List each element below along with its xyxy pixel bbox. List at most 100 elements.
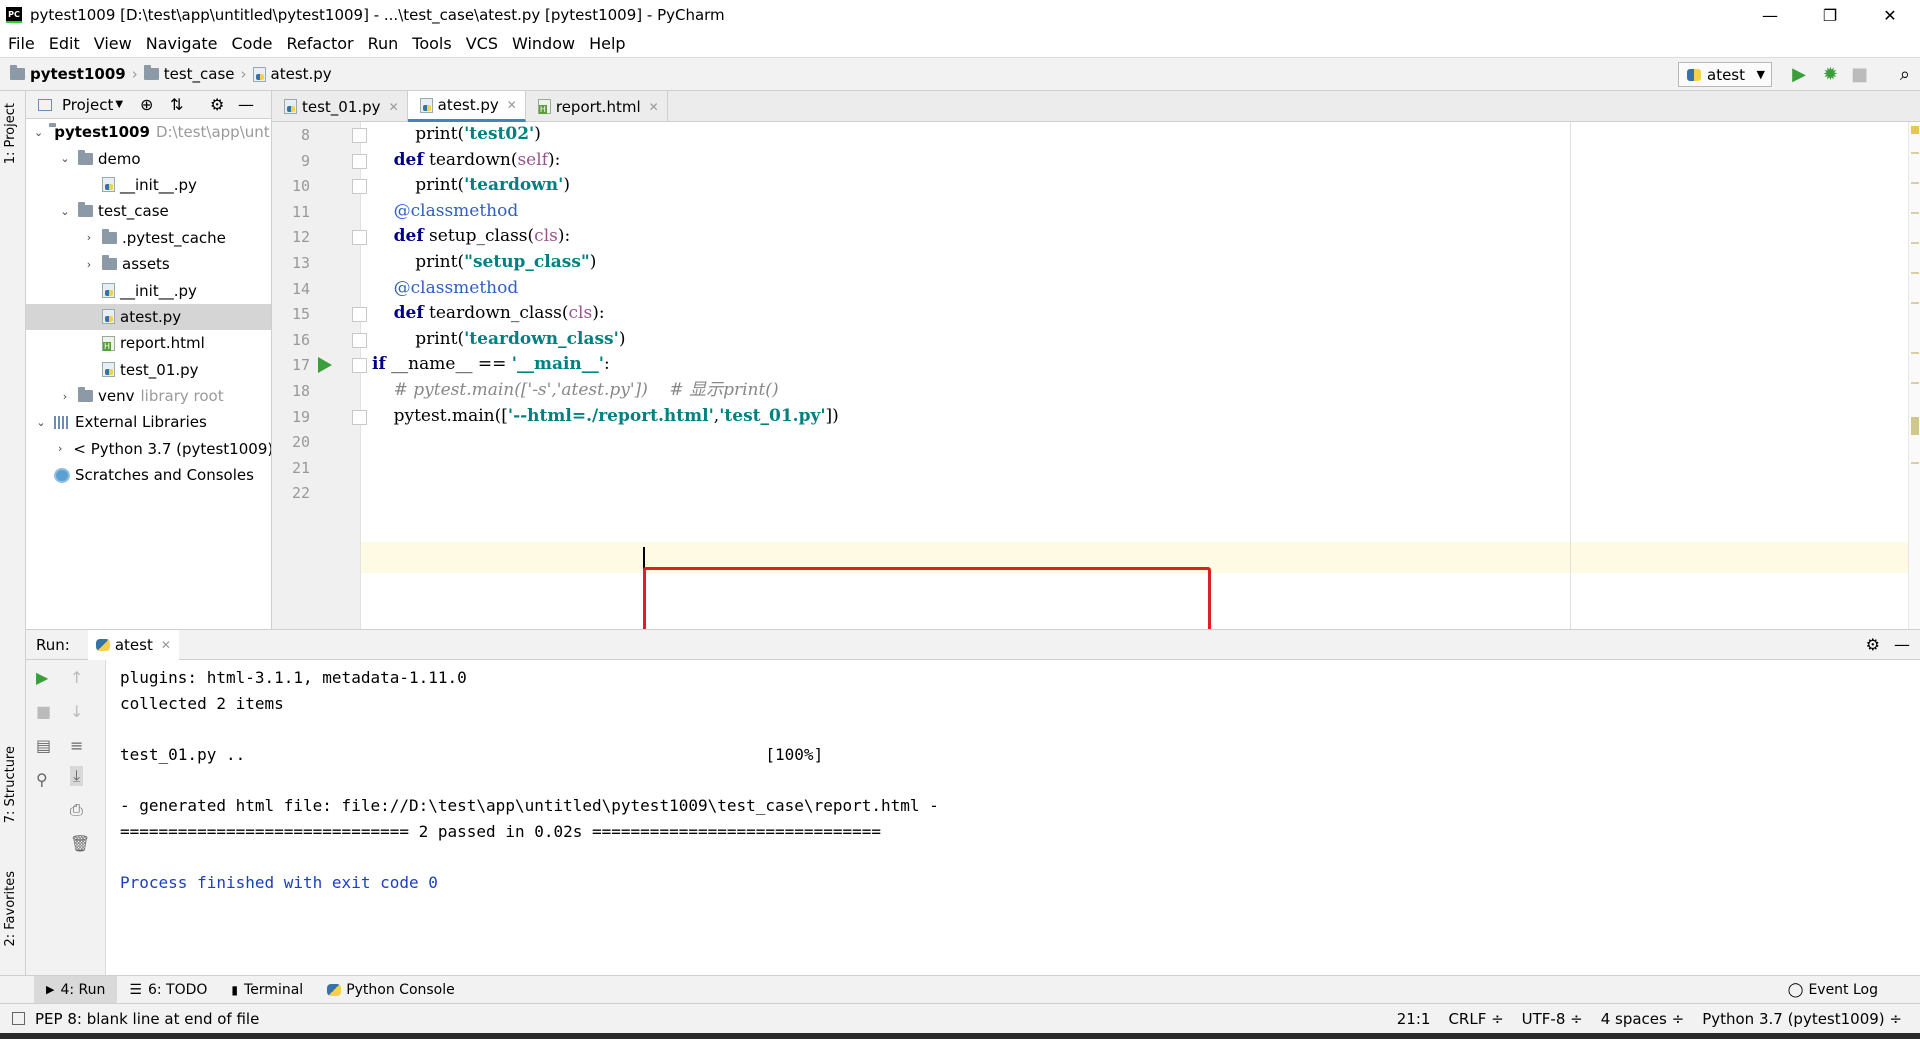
pin-icon[interactable]: ⚲: [36, 770, 48, 789]
tree-item[interactable]: ⌄ test_case: [26, 198, 271, 224]
chevron-right-icon[interactable]: ›: [82, 231, 96, 244]
chevron-right-icon[interactable]: ›: [58, 390, 72, 403]
line-separator[interactable]: CRLF ÷: [1448, 1010, 1503, 1028]
close-button[interactable]: ✕: [1860, 0, 1920, 30]
tree-item[interactable]: test_01.py: [26, 357, 271, 383]
editor-tab[interactable]: atest.py ✕: [407, 91, 526, 122]
locate-icon[interactable]: ⊕: [140, 95, 153, 114]
run-gutter-icon[interactable]: [318, 357, 332, 374]
gear-icon[interactable]: ⚙: [210, 95, 224, 114]
menu-window[interactable]: Window: [512, 34, 575, 53]
menu-file[interactable]: File: [8, 34, 35, 53]
chevron-down-icon[interactable]: ⌄: [34, 126, 43, 139]
tree-item[interactable]: ⌄ pytest1009 D:\test\app\untitled: [26, 119, 271, 145]
scroll-to-end-icon[interactable]: ⤓: [70, 766, 84, 786]
stop-icon[interactable]: ■: [1851, 64, 1868, 85]
menu-tools[interactable]: Tools: [412, 34, 451, 53]
fold-marker-icon[interactable]: [352, 358, 367, 374]
menu-vcs[interactable]: VCS: [466, 34, 498, 53]
chevron-down-icon[interactable]: ▼: [115, 99, 123, 110]
menu-code[interactable]: Code: [232, 34, 273, 53]
toggle-tool-windows-icon[interactable]: [12, 1012, 25, 1025]
indent-setting[interactable]: 4 spaces ÷: [1601, 1010, 1684, 1028]
fold-marker-icon[interactable]: [352, 307, 367, 323]
fold-marker-icon[interactable]: [352, 230, 367, 246]
menu-edit[interactable]: Edit: [49, 34, 80, 53]
editor-tab[interactable]: report.html ✕: [526, 91, 668, 122]
fold-marker-icon[interactable]: [352, 153, 367, 169]
tree-item[interactable]: __init__.py: [26, 277, 271, 303]
tree-item[interactable]: › .pytest_cache: [26, 225, 271, 251]
code-token: ): [534, 124, 541, 144]
print-icon[interactable]: ⎙: [70, 800, 83, 820]
chevron-down-icon[interactable]: ⌄: [58, 152, 72, 165]
chevron-right-icon[interactable]: ›: [58, 442, 62, 455]
menu-run[interactable]: Run: [368, 34, 399, 53]
tree-item[interactable]: ⌄ demo: [26, 145, 271, 171]
arrow-up-icon[interactable]: ↑: [70, 668, 83, 687]
file-encoding[interactable]: UTF-8 ÷: [1522, 1010, 1583, 1028]
tool-tab-run[interactable]: ▶ 4: Run: [34, 975, 118, 1004]
fold-marker-icon[interactable]: [352, 128, 367, 143]
code-editor[interactable]: 8 9 10 11 12 13 14 15 16 17 18 19 20 21 22 print('test…: [272, 122, 1920, 629]
stop-icon[interactable]: ■: [36, 702, 51, 721]
tree-item[interactable]: Scratches and Consoles: [26, 462, 271, 488]
close-tab-icon[interactable]: ✕: [161, 638, 171, 652]
tree-item[interactable]: › < Python 3.7 (pytest1009) >: [26, 436, 271, 462]
python-interpreter[interactable]: Python 3.7 (pytest1009) ÷: [1702, 1010, 1902, 1028]
menu-help[interactable]: Help: [589, 34, 625, 53]
run-console[interactable]: plugins: html-3.1.1, metadata-1.11.0 coll…: [106, 660, 1920, 975]
chevron-right-icon[interactable]: ›: [82, 258, 96, 271]
tool-tab-python-console[interactable]: Python Console: [315, 976, 467, 1004]
structure-tool-tab[interactable]: 7: Structure: [3, 746, 18, 823]
tool-tab-terminal[interactable]: ▮ Terminal: [219, 976, 315, 1004]
breadcrumb-file[interactable]: atest.py: [271, 65, 332, 83]
close-tab-icon[interactable]: ✕: [649, 100, 659, 114]
search-icon[interactable]: ⌕: [1900, 64, 1910, 85]
hide-icon[interactable]: —: [1894, 635, 1910, 654]
fold-marker-icon[interactable]: [352, 179, 367, 195]
tree-item[interactable]: › assets: [26, 251, 271, 277]
tree-item[interactable]: atest.py: [26, 303, 271, 331]
project-tool-tab[interactable]: 1: Project: [3, 103, 18, 164]
warning-marker[interactable]: [1911, 126, 1919, 134]
close-tab-icon[interactable]: ✕: [507, 98, 517, 112]
tool-tab-todo[interactable]: ☰ 6: TODO: [117, 976, 219, 1004]
run-configuration-select[interactable]: atest ▼: [1678, 62, 1772, 87]
tree-item[interactable]: __init__.py: [26, 172, 271, 198]
project-view-select[interactable]: Project: [62, 96, 113, 114]
rerun-icon[interactable]: ▶: [36, 668, 48, 687]
arrow-down-icon[interactable]: ↓: [70, 702, 83, 721]
tool-tab-event-log[interactable]: ◯ Event Log: [1776, 976, 1890, 1004]
breadcrumb-folder[interactable]: test_case: [164, 65, 235, 83]
gear-icon[interactable]: ⚙: [1866, 635, 1880, 654]
maximize-button[interactable]: ❐: [1800, 0, 1860, 30]
tree-item[interactable]: › venv library root: [26, 383, 271, 409]
menu-refactor[interactable]: Refactor: [286, 34, 353, 53]
hide-icon[interactable]: —: [238, 95, 254, 114]
error-stripe[interactable]: [1908, 122, 1920, 629]
soft-wrap-icon[interactable]: ≡: [70, 736, 83, 755]
tree-item[interactable]: report.html: [26, 330, 271, 356]
menu-navigate[interactable]: Navigate: [146, 34, 218, 53]
favorites-tool-tab[interactable]: 2: Favorites: [3, 871, 18, 947]
debug-icon[interactable]: ✹: [1823, 64, 1838, 85]
minimize-button[interactable]: —: [1740, 0, 1800, 30]
run-tab-atest[interactable]: atest ✕: [87, 629, 179, 660]
trash-icon[interactable]: 🗑: [70, 834, 90, 853]
close-tab-icon[interactable]: ✕: [389, 100, 399, 114]
fold-marker-icon[interactable]: [352, 409, 367, 425]
collapse-all-icon[interactable]: ⇅: [170, 95, 183, 114]
chevron-down-icon[interactable]: ⌄: [34, 416, 48, 429]
code-token: ]): [825, 405, 839, 426]
layout-icon[interactable]: ▤: [36, 736, 51, 755]
console-line: plugins: html-3.1.1, metadata-1.11.0: [120, 668, 467, 687]
fold-marker-icon[interactable]: [352, 332, 367, 348]
run-icon[interactable]: ▶: [1792, 64, 1806, 85]
editor-tab[interactable]: test_01.py ✕: [272, 91, 408, 122]
breadcrumb-project[interactable]: pytest1009: [30, 65, 126, 83]
tree-item[interactable]: ⌄ External Libraries: [26, 409, 271, 435]
menu-view[interactable]: View: [94, 34, 132, 53]
caret-position[interactable]: 21:1: [1397, 1010, 1431, 1028]
chevron-down-icon[interactable]: ⌄: [58, 205, 72, 218]
